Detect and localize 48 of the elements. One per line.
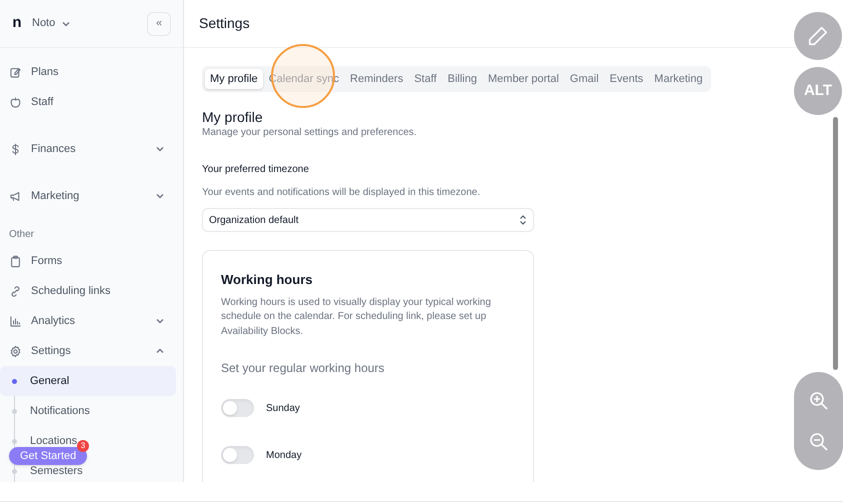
megaphone-icon [9, 190, 22, 202]
toggle-switch[interactable] [221, 446, 254, 464]
nav-item[interactable]: Analytics [0, 306, 183, 336]
zoom-in-icon[interactable] [808, 390, 828, 410]
day-label: Monday [266, 448, 302, 462]
tab[interactable]: My profile [205, 69, 263, 89]
section-label: Other [8, 228, 36, 242]
field-label: Your preferred timezone [202, 163, 309, 177]
day-label: Sunday [266, 402, 300, 416]
zoom-out-icon[interactable] [808, 432, 828, 452]
section-title: My profile [202, 108, 263, 126]
updown-icon [519, 215, 527, 225]
bar-chart-icon [9, 314, 22, 328]
nav-item[interactable]: Finances [0, 134, 183, 164]
nav-item[interactable]: Settings [0, 336, 183, 366]
toggle-switch[interactable] [221, 399, 254, 417]
page-title: Settings [199, 14, 250, 33]
edit-button[interactable] [794, 12, 842, 60]
nav-item[interactable]: Staff [0, 87, 183, 117]
sub-nav-item[interactable]: Notifications [0, 396, 176, 426]
field-help: Your events and notifications will be displayed in this timezone. [202, 186, 480, 200]
workspace-logo: n [11, 13, 23, 34]
tab[interactable]: Reminders [345, 69, 408, 89]
tab[interactable]: Events [604, 69, 648, 89]
tab[interactable]: Staff [409, 69, 442, 89]
sub-nav-item[interactable]: General [0, 366, 176, 396]
tab[interactable]: Gmail [564, 69, 604, 89]
card-prompt: Set your regular working hours [221, 360, 386, 377]
nav-item[interactable]: Scheduling links [0, 276, 183, 306]
apple-icon [9, 96, 22, 108]
collapse-button[interactable]: « [147, 12, 171, 36]
card-description: Working hours is used to visually display your typical working schedule on the calendar. For scheduling link, please set up Availability Blocks. [221, 296, 492, 338]
notepad-icon [9, 66, 22, 78]
tab[interactable]: Member portal [483, 69, 564, 89]
tab[interactable]: Marketing [649, 69, 708, 89]
tab[interactable]: Billing [442, 69, 482, 89]
nav-item[interactable]: Plans [0, 57, 183, 87]
section-subtitle: Manage your personal settings and preferences. [202, 126, 417, 140]
nav-item[interactable]: Marketing [0, 181, 183, 211]
card-title: Working hours [221, 271, 314, 289]
scrollbar-thumb[interactable] [833, 117, 838, 370]
workspace-switcher[interactable]: Noto [32, 15, 72, 32]
settings-icon [9, 344, 22, 358]
nav-item[interactable]: Forms [0, 246, 183, 276]
clipboard-icon [9, 254, 22, 268]
pencil-icon [807, 25, 829, 47]
link-icon [9, 284, 22, 298]
timezone-select[interactable]: Organization default [202, 208, 534, 232]
